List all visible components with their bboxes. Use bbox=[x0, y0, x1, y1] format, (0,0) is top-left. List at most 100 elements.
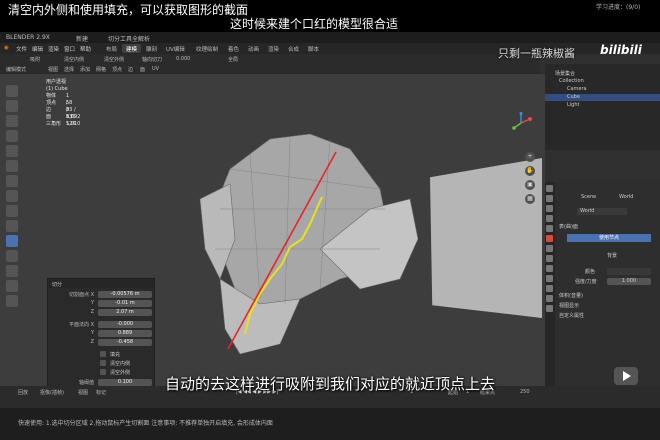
operator-field-row: 平面法向 X -0.000 bbox=[48, 321, 156, 328]
tool-tab-icon[interactable] bbox=[546, 185, 553, 192]
menu-add[interactable]: 添加 bbox=[80, 66, 90, 73]
plane-normal-x-field[interactable]: -0.000 bbox=[98, 321, 152, 328]
tab-sculpt[interactable]: 雕刻 bbox=[142, 44, 161, 53]
camera-view-icon[interactable]: ▣ bbox=[525, 180, 535, 190]
color-swatch[interactable] bbox=[607, 268, 651, 275]
menu-render[interactable]: 渲染 bbox=[48, 45, 59, 53]
operator-field-row: 切割面点 X -0.00576 m bbox=[48, 291, 156, 298]
custom-properties-section[interactable]: 自定义属性 bbox=[559, 312, 584, 319]
properties-tabs bbox=[545, 182, 555, 386]
outliner-item-cube[interactable]: Cube bbox=[545, 94, 660, 101]
data-tab-icon[interactable] bbox=[546, 295, 553, 302]
viewport-display-section[interactable]: 视图显示 bbox=[559, 302, 579, 309]
document-title: 切分工具全解析 bbox=[108, 36, 151, 43]
surface-type[interactable]: 背景 bbox=[607, 252, 617, 259]
outliner-item-camera[interactable]: Camera bbox=[567, 86, 587, 93]
caption-line-2: 这时候来建个口红的模型很合适 bbox=[230, 17, 399, 31]
world-selector[interactable]: World bbox=[577, 208, 627, 215]
outliner: 场景集合 Collection Camera Cube Light bbox=[545, 64, 660, 150]
menu-help[interactable]: 帮助 bbox=[80, 45, 91, 53]
clear-inner-toggle[interactable]: 清空内侧 bbox=[64, 56, 84, 63]
operator-panel: 切分 切割面点 X -0.00576 m Y -0.01 m Z 2.07 m … bbox=[47, 278, 155, 386]
properties-editor: Scene World World 表(曲)面 使用节点 背景 颜色 强度/力度… bbox=[545, 182, 660, 386]
modifier-tab-icon[interactable] bbox=[546, 255, 553, 262]
tab-rendering[interactable]: 渲染 bbox=[264, 44, 283, 53]
material-tab-icon[interactable] bbox=[546, 305, 553, 312]
tutorial-status-bar: 快速使用: 1.选中切分区域 2.拖动鼠标产生切割面 注意事项: 不推荐单独开启… bbox=[0, 408, 660, 440]
menu-edit[interactable]: 编辑 bbox=[32, 45, 43, 53]
uploader-watermark: 只剩一瓶辣椒酱 bbox=[498, 47, 575, 60]
tab-modeling[interactable]: 建模 bbox=[122, 44, 142, 53]
outliner-root[interactable]: 场景集合 bbox=[555, 70, 575, 77]
use-nodes-button[interactable]: 使用节点 bbox=[567, 234, 651, 242]
blender-window: BLENDER 2.9X 新建 切分工具全解析 ◉ 文件 编辑 渲染 窗口 帮助… bbox=[0, 32, 660, 408]
tab-shading[interactable]: 着色 bbox=[224, 44, 243, 53]
plane-point-y-field[interactable]: -0.01 m bbox=[98, 300, 152, 307]
scene-tab-icon[interactable] bbox=[546, 225, 553, 232]
plane-normal-z-field[interactable]: -0.458 bbox=[98, 339, 152, 346]
operator-field-row: Y -0.01 m bbox=[48, 300, 156, 307]
clear-inner-checkbox-row[interactable]: 清空内侧 bbox=[48, 360, 156, 367]
operator-title[interactable]: 切分 bbox=[48, 279, 154, 288]
plane-point-z-field[interactable]: 2.07 m bbox=[98, 309, 152, 316]
bilibili-logo: bilibili bbox=[600, 43, 642, 57]
surface-section[interactable]: 表(曲)面 bbox=[559, 223, 578, 230]
outliner-item-collection[interactable]: Collection bbox=[559, 78, 584, 85]
menu-edge[interactable]: 边 bbox=[128, 66, 133, 73]
navigation-gizmo[interactable] bbox=[510, 112, 532, 134]
zoom-icon[interactable]: + bbox=[525, 152, 535, 162]
output-tab-icon[interactable] bbox=[546, 205, 553, 212]
menu-select[interactable]: 选择 bbox=[64, 66, 74, 73]
viewport-header: 编辑模式 视图 选择 添加 网格 顶点 边 面 UV bbox=[0, 64, 540, 74]
object-tab-icon[interactable] bbox=[546, 245, 553, 252]
tab-scripting[interactable]: 脚本 bbox=[304, 44, 323, 53]
outliner-item-light[interactable]: Light bbox=[567, 102, 579, 109]
tool-settings-bar: 吸附 清空内侧 清空外侧 轴向切刀 0.000 全局 bbox=[0, 54, 540, 64]
menu-vertex[interactable]: 顶点 bbox=[112, 66, 122, 73]
caption-band: 清空内外侧和使用填充，可以获取图形的截面 这时候来建个口红的模型很合适 bbox=[0, 0, 660, 32]
volume-section[interactable]: 体积(音量) bbox=[559, 292, 583, 299]
fill-checkbox-row[interactable]: 填充 bbox=[48, 351, 156, 358]
tab-uv-editing[interactable]: UV编辑 bbox=[162, 44, 189, 53]
file-tab[interactable]: 新建 bbox=[76, 34, 88, 43]
caption-line-1: 清空内外侧和使用填充，可以获取图形的截面 bbox=[8, 3, 249, 17]
title-bar: BLENDER 2.9X 新建 切分工具全解析 bbox=[0, 32, 660, 43]
plane-point-x-field[interactable]: -0.00576 m bbox=[98, 291, 152, 298]
snap-toggle[interactable]: 吸附 bbox=[30, 56, 40, 63]
plane-normal-y-field[interactable]: 0.889 bbox=[98, 330, 152, 337]
app-name: BLENDER 2.9X bbox=[6, 34, 50, 41]
tips-text: 快速使用: 1.选中切分区域 2.拖动鼠标产生切割面 注意事项: 不推荐单独开启… bbox=[18, 420, 273, 427]
menu-view[interactable]: 视图 bbox=[48, 66, 58, 73]
scene-label: Scene bbox=[581, 194, 597, 200]
mode-dropdown[interactable]: 编辑模式 bbox=[6, 66, 26, 73]
operator-field-row: Z -0.458 bbox=[48, 339, 156, 346]
tab-animation[interactable]: 动画 bbox=[244, 44, 263, 53]
particles-tab-icon[interactable] bbox=[546, 265, 553, 272]
menu-face[interactable]: 面 bbox=[140, 66, 145, 73]
menu-uv[interactable]: UV bbox=[152, 66, 159, 72]
menu-mesh[interactable]: 网格 bbox=[96, 66, 106, 73]
grid-icon[interactable]: ▦ bbox=[525, 194, 535, 204]
tab-compositing[interactable]: 合成 bbox=[284, 44, 303, 53]
constraints-tab-icon[interactable] bbox=[546, 285, 553, 292]
color-label: 颜色 bbox=[585, 269, 596, 275]
tab-texture-paint[interactable]: 纹理绘制 bbox=[192, 44, 222, 53]
menu-file[interactable]: 文件 bbox=[16, 45, 27, 53]
threshold-field[interactable]: 0.000 bbox=[176, 56, 190, 62]
clear-outer-toggle[interactable]: 清空外侧 bbox=[104, 56, 124, 63]
3d-viewport[interactable]: 用户透视 (1) Cube 物体 1 / 3 顶点 58 / 530 边 93 / 1… bbox=[0, 74, 545, 386]
play-icon[interactable] bbox=[614, 367, 638, 385]
pan-icon[interactable]: ✋ bbox=[525, 166, 535, 176]
blender-logo-icon[interactable]: ◉ bbox=[4, 45, 9, 51]
view-layer-tab-icon[interactable] bbox=[546, 215, 553, 222]
render-tab-icon[interactable] bbox=[546, 195, 553, 202]
axis-knife-toggle[interactable]: 轴向切刀 bbox=[142, 56, 162, 63]
strength-field[interactable]: 1.000 bbox=[607, 278, 651, 285]
physics-tab-icon[interactable] bbox=[546, 275, 553, 282]
menu-window[interactable]: 窗口 bbox=[64, 45, 75, 53]
world-tab-icon[interactable] bbox=[546, 235, 553, 242]
strength-label: 强度/力度 bbox=[575, 279, 597, 285]
tab-layout[interactable]: 布局 bbox=[102, 44, 121, 53]
transform-orientation-dropdown[interactable]: 全局 bbox=[228, 56, 238, 63]
world-label: World bbox=[619, 194, 634, 200]
